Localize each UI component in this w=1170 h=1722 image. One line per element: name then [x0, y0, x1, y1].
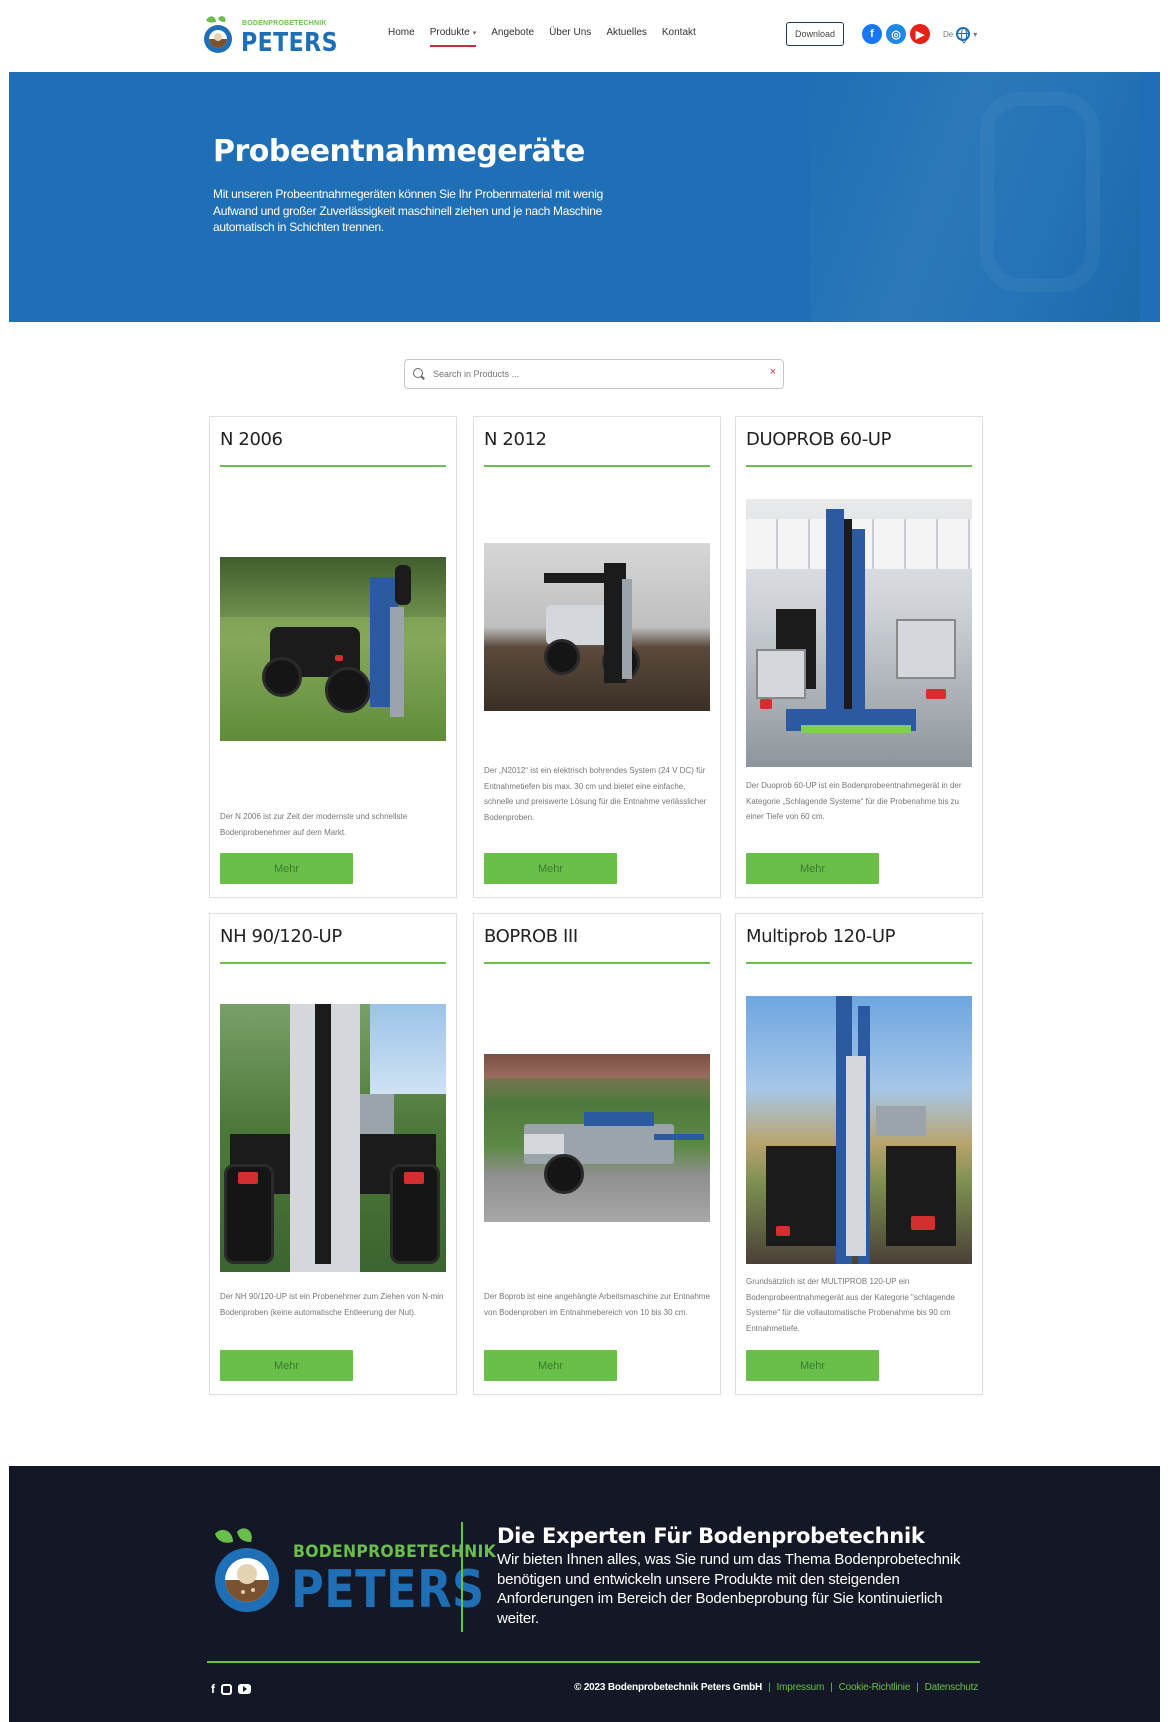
product-description: Der Boprob ist eine angehängte Arbeitsma…: [484, 1292, 710, 1317]
site-footer: BODENPROBETECHNIK PETERS Die Experten Fü…: [9, 1466, 1160, 1722]
title-underline: [484, 465, 710, 467]
title-underline: [746, 962, 972, 964]
product-image[interactable]: [484, 1054, 710, 1222]
product-title[interactable]: BOPROB III: [484, 926, 578, 947]
hero-banner: Probeentnahmegeräte Mit unseren Probeent…: [9, 72, 1160, 322]
download-button[interactable]: Download: [786, 22, 844, 46]
hero-background-shape: [980, 92, 1100, 292]
product-title[interactable]: NH 90/120-UP: [220, 926, 342, 947]
cookie-policy-link[interactable]: Cookie-Richtlinie: [839, 1682, 911, 1693]
logo-mark-icon: [204, 16, 232, 53]
nav-label: Angebote: [491, 27, 535, 38]
footer-heading: Die Experten Für Bodenprobetechnik: [497, 1524, 925, 1548]
nav-produkte[interactable]: Produkte ▾: [429, 27, 477, 47]
nav-home[interactable]: Home: [388, 27, 415, 44]
facebook-icon[interactable]: f: [211, 1682, 215, 1696]
product-card[interactable]: Multiprob 120-UP Grundsätzlich ist der M…: [735, 913, 983, 1395]
product-image[interactable]: [484, 543, 710, 711]
nav-label: Home: [388, 27, 415, 38]
facebook-icon[interactable]: f: [862, 24, 882, 44]
product-description: Der NH 90/120-UP ist ein Probenehmer zum…: [220, 1292, 444, 1317]
product-image[interactable]: [746, 499, 972, 767]
privacy-link[interactable]: Datenschutz: [925, 1682, 979, 1693]
main-nav: Home Produkte ▾ Angebote Über Uns Aktuell…: [388, 27, 711, 47]
more-button[interactable]: Mehr: [746, 1350, 879, 1381]
title-underline: [220, 465, 446, 467]
footer-divider: [461, 1522, 463, 1632]
footer-rule: [207, 1661, 980, 1663]
more-button[interactable]: Mehr: [484, 1350, 617, 1381]
nav-label: Aktuelles: [606, 27, 647, 38]
nav-aktuelles[interactable]: Aktuelles: [606, 27, 647, 44]
footer-logo-tagline: BODENPROBETECHNIK: [293, 1542, 497, 1562]
footer-social-links: f: [211, 1682, 251, 1696]
footer-description: Wir bieten Ihnen alles, was Sie rund um …: [497, 1551, 961, 1627]
search-input[interactable]: [433, 364, 753, 384]
product-description: Der N 2006 ist zur Zeit der modernste un…: [220, 812, 408, 837]
nav-label: Produkte: [429, 27, 470, 38]
site-header: BODENPROBETECHNIK PETERS Home Produkte ▾ …: [0, 0, 1170, 72]
footer-logo[interactable]: BODENPROBETECHNIK PETERS: [207, 1524, 496, 1624]
more-button[interactable]: Mehr: [746, 853, 879, 884]
instagram-icon[interactable]: [221, 1683, 232, 1695]
product-image[interactable]: [220, 557, 446, 741]
product-image[interactable]: [746, 996, 972, 1264]
nav-label: Kontakt: [661, 27, 696, 38]
title-underline: [220, 962, 446, 964]
product-card[interactable]: N 2012 Der „N2012“ ist ein elektrisch bo…: [473, 416, 721, 898]
language-switcher[interactable]: De ▾: [943, 27, 978, 43]
product-description: Der Duoprob 60-UP ist ein Bodenprobeentn…: [746, 781, 962, 821]
impressum-link[interactable]: Impressum: [777, 1682, 825, 1693]
title-underline: [484, 962, 710, 964]
logo-wordmark: PETERS: [241, 28, 338, 58]
product-card[interactable]: NH 90/120-UP Der NH 90/120-UP ist ein Pr…: [209, 913, 457, 1395]
separator: |: [916, 1682, 919, 1693]
page-title: Probeentnahmegeräte: [213, 134, 585, 169]
footer-logo-wordmark: PETERS: [291, 1560, 485, 1620]
product-title[interactable]: DUOPROB 60-UP: [746, 429, 891, 450]
hero-description: Mit unseren Probeentnahmegeräten können …: [213, 187, 603, 234]
nav-kontakt[interactable]: Kontakt: [662, 27, 696, 44]
nav-angebote[interactable]: Angebote: [491, 27, 534, 44]
language-label: De: [943, 29, 954, 39]
instagram-icon[interactable]: ◎: [886, 24, 906, 44]
product-card[interactable]: N 2006 Der N 2006 ist zur Zeit der moder…: [209, 416, 457, 898]
youtube-icon[interactable]: [238, 1684, 251, 1694]
product-description: Grundsätzlich ist der MULTIPROB 120-UP e…: [746, 1277, 955, 1333]
copyright: © 2023 Bodenprobetechnik Peters GmbH: [574, 1682, 763, 1693]
more-button[interactable]: Mehr: [484, 853, 617, 884]
product-image[interactable]: [220, 1004, 446, 1272]
logo-mark-icon: [215, 1528, 279, 1612]
header-social-links: f ◎ ▶: [862, 24, 930, 44]
product-title[interactable]: Multiprob 120-UP: [746, 926, 895, 947]
footer-legal: © 2023 Bodenprobetechnik Peters GmbH | I…: [574, 1682, 978, 1693]
globe-icon: [956, 27, 971, 43]
product-card[interactable]: DUOPROB 60-UP Der Duoprob 60-UP ist ein …: [735, 416, 983, 898]
product-title[interactable]: N 2012: [484, 429, 547, 450]
youtube-icon[interactable]: ▶: [910, 24, 930, 44]
product-description: Der „N2012“ ist ein elektrisch bohrendes…: [484, 766, 707, 822]
product-card[interactable]: BOPROB III Der Boprob ist eine angehängt…: [473, 913, 721, 1395]
close-icon[interactable]: ×: [770, 366, 776, 378]
site-logo[interactable]: BODENPROBETECHNIK PETERS: [200, 14, 338, 58]
more-button[interactable]: Mehr: [220, 853, 353, 884]
product-search: ×: [404, 359, 784, 389]
nav-label: Über Uns: [549, 27, 592, 38]
title-underline: [746, 465, 972, 467]
more-button[interactable]: Mehr: [220, 1350, 353, 1381]
separator: |: [768, 1682, 771, 1693]
search-icon: [413, 368, 423, 378]
nav-ueber-uns[interactable]: Über Uns: [549, 27, 591, 44]
chevron-down-icon: ▾: [973, 29, 978, 39]
product-title[interactable]: N 2006: [220, 429, 283, 450]
chevron-down-icon: ▾: [472, 29, 477, 37]
separator: |: [830, 1682, 833, 1693]
logo-tagline: BODENPROBETECHNIK: [242, 20, 327, 27]
